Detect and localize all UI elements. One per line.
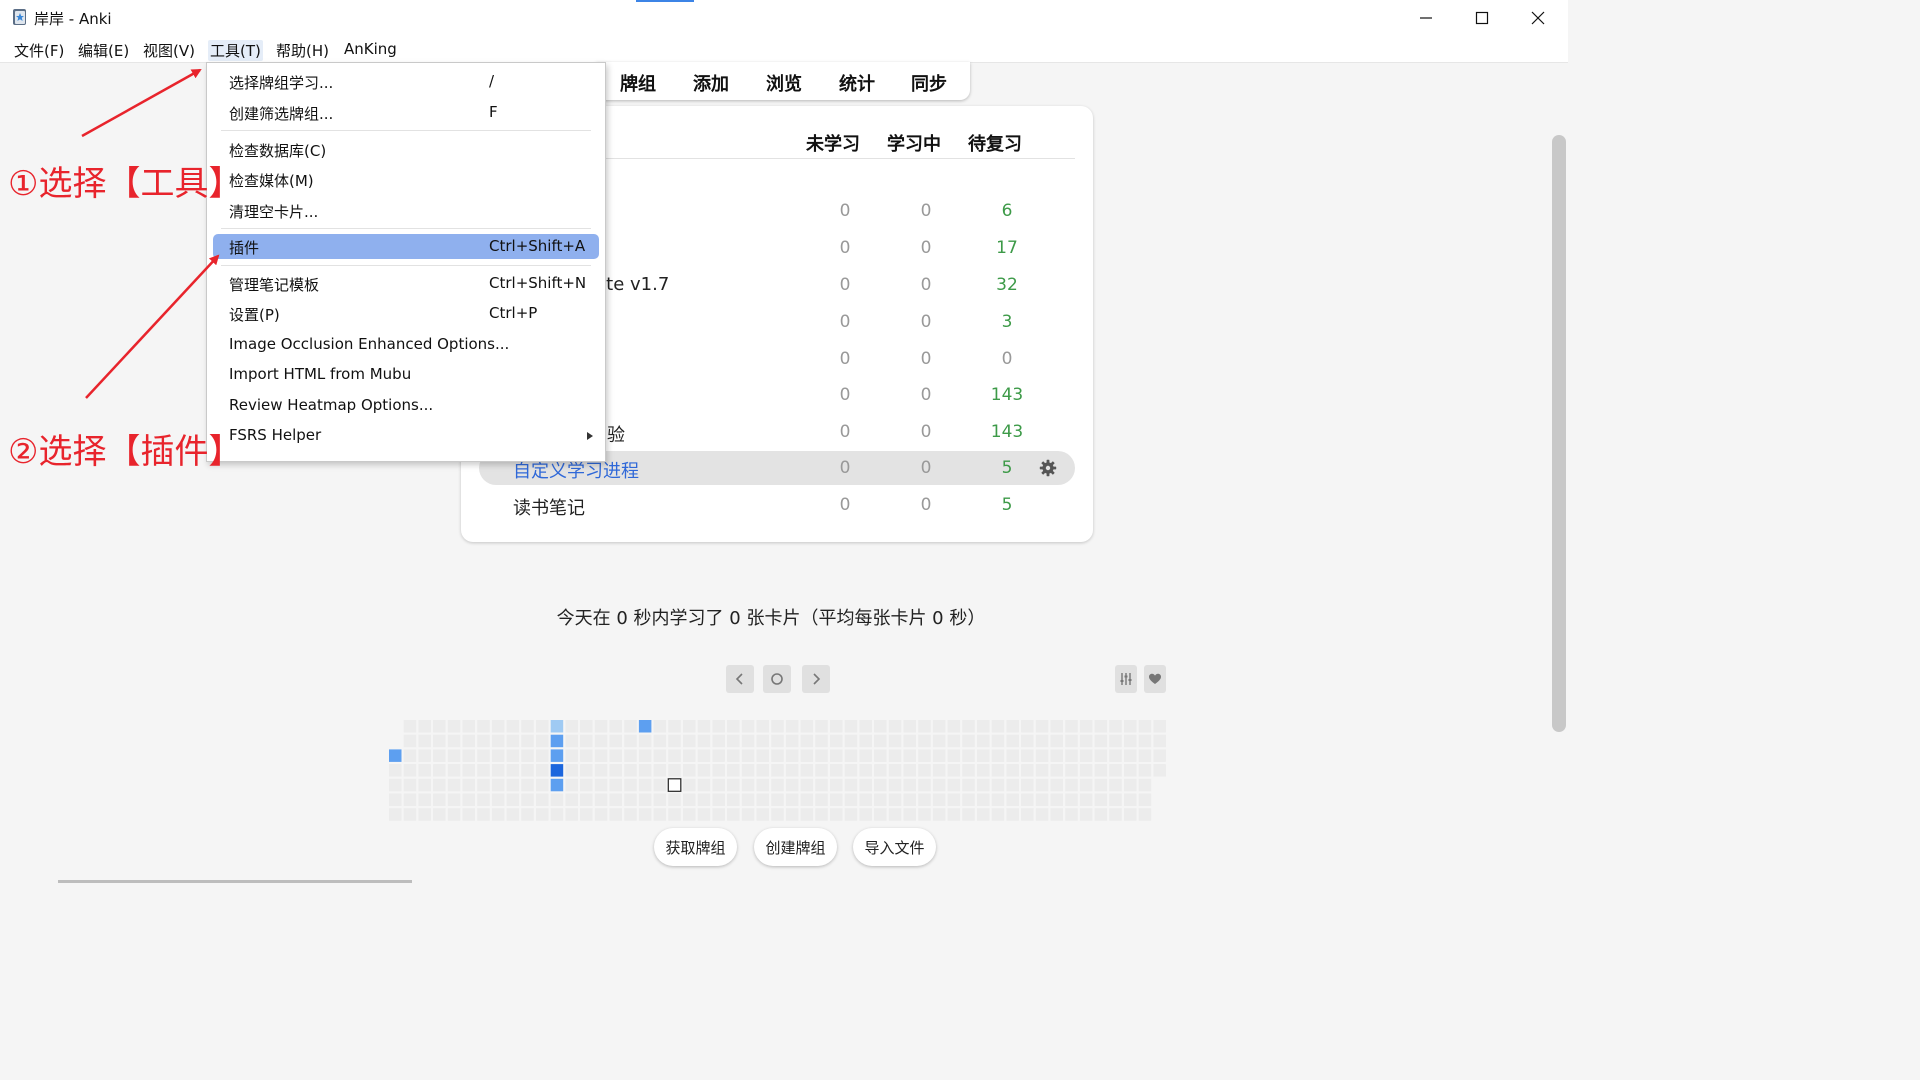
annotation-arrow-2 (85, 254, 220, 399)
annotation-arrow-1 (81, 68, 202, 138)
annotation-step-1: ①选择【工具】 (8, 164, 243, 204)
annotation-step-2: ②选择【插件】 (8, 432, 243, 472)
